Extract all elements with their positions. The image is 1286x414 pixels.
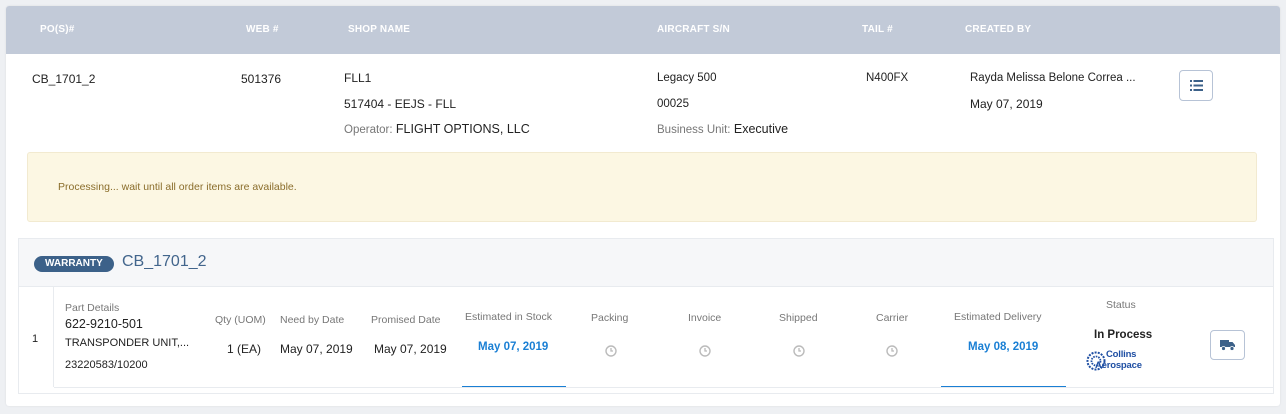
created-by-name: Rayda Melissa Belone Correa ... <box>970 72 1136 84</box>
col-est-stock: Estimated in Stock <box>465 311 552 323</box>
business-unit-label: Business Unit: <box>657 124 731 136</box>
line-number-column: 1 <box>19 287 54 387</box>
shop-code: 517404 - EEJS - FLL <box>344 97 457 111</box>
created-date: May 07, 2019 <box>970 97 1043 111</box>
col-promised: Promised Date <box>371 314 441 326</box>
carrier-clock-icon <box>886 345 898 357</box>
tail-number: N400FX <box>866 72 909 84</box>
logo-text-line1: Collins <box>1106 349 1137 360</box>
alert-message: Processing... wait until all order items… <box>58 181 297 193</box>
operator: Operator: FLIGHT OPTIONS, LLC <box>344 122 530 136</box>
list-icon <box>1189 80 1203 91</box>
est-stock-value[interactable]: May 07, 2019 <box>478 341 548 353</box>
business-unit-value: Executive <box>733 122 789 136</box>
table-header: PO(S)# WEB # SHOP NAME AIRCRAFT S/N TAIL… <box>6 6 1280 54</box>
est-delivery-value[interactable]: May 08, 2019 <box>968 341 1038 353</box>
header-pos: PO(S)# <box>40 24 75 35</box>
warranty-badge: WARRANTY <box>34 256 114 272</box>
packing-clock-icon <box>605 345 617 357</box>
part-description: TRANSPONDER UNIT,... <box>65 337 190 349</box>
header-aircraft-sn: AIRCRAFT S/N <box>657 24 730 35</box>
status-value: In Process <box>1094 329 1153 341</box>
operator-value: FLIGHT OPTIONS, LLC <box>395 122 530 136</box>
row-divider <box>54 387 1273 388</box>
operator-label: Operator: <box>344 124 393 136</box>
col-est-delivery: Estimated Delivery <box>954 311 1042 323</box>
collins-aerospace-logo: Collins Aerospace <box>1086 349 1164 373</box>
po-number: CB_1701_2 <box>32 72 96 86</box>
part-number[interactable]: 622-9210-501 <box>65 317 143 331</box>
col-shipped: Shipped <box>779 312 818 324</box>
qty-value: 1 (EA) <box>227 342 262 356</box>
line-number: 1 <box>32 333 39 345</box>
col-part-details: Part Details <box>65 302 120 314</box>
order-number[interactable]: CB_1701_2 <box>122 253 207 271</box>
header-web: WEB # <box>246 24 279 35</box>
col-need-by: Need by Date <box>280 314 345 326</box>
shipped-clock-icon <box>793 345 805 357</box>
promised-value: May 07, 2019 <box>374 342 447 356</box>
header-tail: TAIL # <box>862 24 893 35</box>
order-header: WARRANTY CB_1701_2 <box>19 239 1273 287</box>
processing-alert: Processing... wait until all order items… <box>27 152 1257 222</box>
order-block: WARRANTY CB_1701_2 1 Part Details 622-92… <box>18 238 1274 394</box>
details-button[interactable] <box>1179 70 1213 101</box>
order-card: PO(S)# WEB # SHOP NAME AIRCRAFT S/N TAIL… <box>6 6 1280 406</box>
web-number: 501376 <box>241 72 282 86</box>
header-created-by: CREATED BY <box>965 24 1032 35</box>
aircraft-sn: 00025 <box>657 98 689 110</box>
shop-name: FLL1 <box>344 71 372 85</box>
col-packing: Packing <box>591 312 629 324</box>
col-carrier: Carrier <box>876 312 909 324</box>
invoice-clock-icon <box>699 345 711 357</box>
logo-text-line2: Aerospace <box>1095 360 1142 371</box>
business-unit: Business Unit: Executive <box>657 122 788 136</box>
part-serial: 23220583/10200 <box>65 359 148 371</box>
col-invoice: Invoice <box>688 312 722 324</box>
aircraft-model: Legacy 500 <box>657 72 717 84</box>
col-status: Status <box>1106 299 1136 311</box>
shipment-button[interactable] <box>1210 330 1245 360</box>
need-by-value: May 07, 2019 <box>280 342 353 356</box>
truck-icon <box>1219 340 1235 351</box>
header-shop-name: SHOP NAME <box>348 24 411 35</box>
col-qty: Qty (UOM) <box>215 314 266 326</box>
